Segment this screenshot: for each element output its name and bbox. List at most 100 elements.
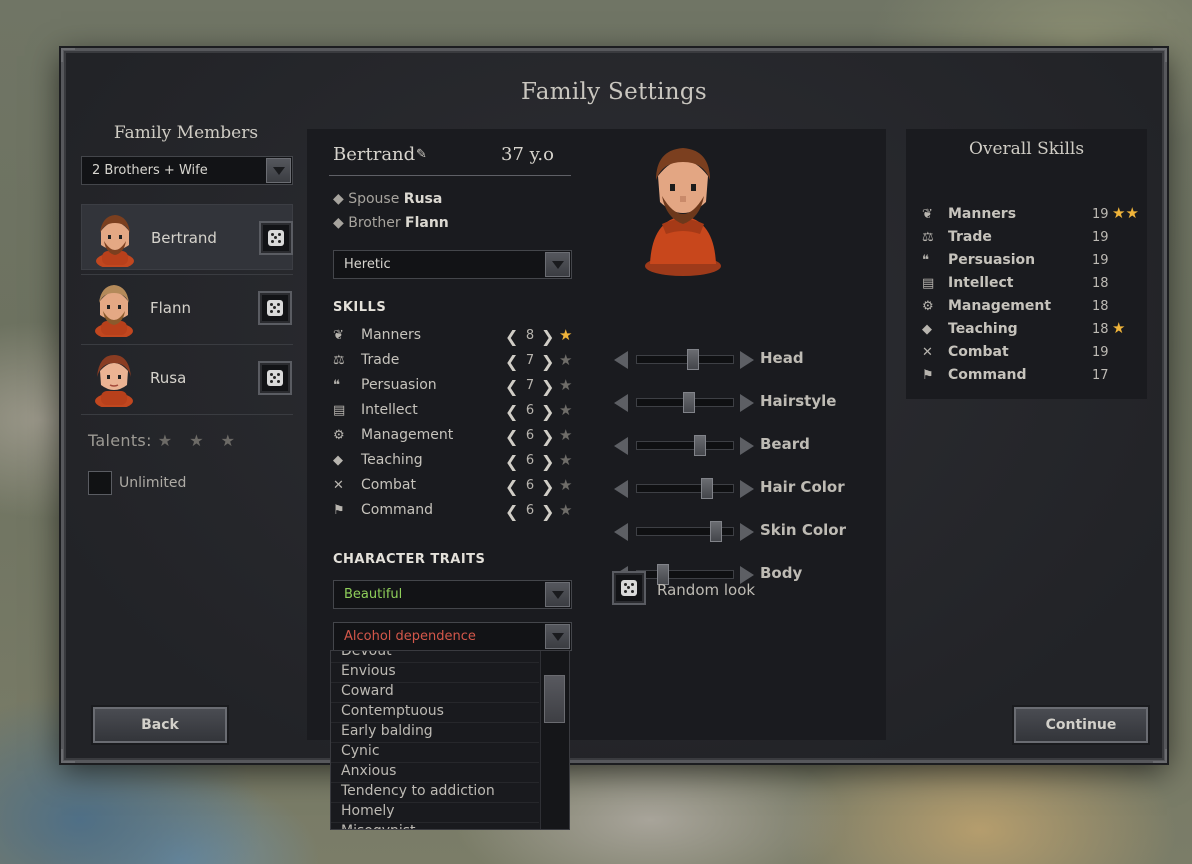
star-icon[interactable]: ★ <box>559 451 572 469</box>
trait-option[interactable]: Devout <box>331 651 539 663</box>
skill-label: Manners <box>361 327 422 343</box>
appearance-slider[interactable] <box>614 349 774 370</box>
trait-option[interactable]: Misogynist <box>331 823 539 829</box>
chevron-down-icon <box>545 624 570 649</box>
decrease-skill-button[interactable]: ❮ <box>505 352 518 371</box>
overall-skill-row: ✕ Combat 19 <box>922 344 1137 364</box>
slider-left-arrow-icon[interactable] <box>614 437 628 455</box>
randomize-member-button[interactable] <box>258 361 292 395</box>
slider-left-arrow-icon[interactable] <box>614 351 628 369</box>
family-member-bertrand[interactable]: Bertrand <box>81 204 293 270</box>
star-icon[interactable]: ★ <box>559 376 572 394</box>
skill-row: ⚖ Trade ❮ 7 ❯ ★ <box>333 351 573 372</box>
skill-value: 6 <box>525 428 535 443</box>
decrease-skill-button[interactable]: ❮ <box>505 502 518 521</box>
increase-skill-button[interactable]: ❯ <box>541 477 554 496</box>
decrease-skill-button[interactable]: ❮ <box>505 427 518 446</box>
slider-right-arrow-icon[interactable] <box>740 523 754 541</box>
trade-icon: ⚖ <box>922 230 934 245</box>
decrease-skill-button[interactable]: ❮ <box>505 377 518 396</box>
skill-label: Management <box>361 427 454 443</box>
trait-option[interactable]: Anxious <box>331 763 539 783</box>
skill-value: 6 <box>525 503 535 518</box>
slider-thumb[interactable] <box>694 435 706 456</box>
star-icon: ★★ <box>1112 204 1139 222</box>
scrollbar-thumb[interactable] <box>544 675 565 723</box>
trait-option[interactable]: Coward <box>331 683 539 703</box>
slider-left-arrow-icon[interactable] <box>614 480 628 498</box>
relation-name: Rusa <box>403 191 443 207</box>
slider-right-arrow-icon[interactable] <box>740 394 754 412</box>
star-icon[interactable]: ★ <box>559 426 572 444</box>
slider-left-arrow-icon[interactable] <box>614 394 628 412</box>
trait-option[interactable]: Cynic <box>331 743 539 763</box>
overall-skill-row: ❝ Persuasion 19 <box>922 252 1137 272</box>
randomize-member-button[interactable] <box>258 291 292 325</box>
increase-skill-button[interactable]: ❯ <box>541 377 554 396</box>
slider-thumb[interactable] <box>701 478 713 499</box>
star-icon[interactable]: ★ <box>559 326 572 344</box>
teaching-icon: ◆ <box>333 453 343 468</box>
increase-skill-button[interactable]: ❯ <box>541 402 554 421</box>
dice-icon <box>267 300 283 316</box>
dropdown-scrollbar[interactable] <box>540 651 569 829</box>
slider-thumb[interactable] <box>687 349 699 370</box>
family-member-flann[interactable]: Flann <box>81 274 293 340</box>
appearance-slider[interactable] <box>614 435 774 456</box>
family-members-heading: Family Members <box>113 123 259 143</box>
overall-skill-value: 18 <box>1092 322 1109 337</box>
trait-dropdown-list[interactable]: Devout Envious Coward Contemptuous Early bal… <box>330 650 570 830</box>
slider-track[interactable] <box>636 441 734 450</box>
slider-track[interactable] <box>636 484 734 493</box>
decrease-skill-button[interactable]: ❮ <box>505 452 518 471</box>
unlimited-checkbox[interactable] <box>88 471 112 495</box>
family-preset-select[interactable]: 2 Brothers + Wife <box>81 156 293 185</box>
increase-skill-button[interactable]: ❯ <box>541 452 554 471</box>
overall-skill-value: 17 <box>1092 368 1109 383</box>
appearance-slider[interactable] <box>614 392 774 413</box>
overall-skill-label: Teaching <box>948 321 1018 337</box>
dice-icon <box>621 580 637 596</box>
star-icon[interactable]: ★ <box>559 401 572 419</box>
trait-option[interactable]: Envious <box>331 663 539 683</box>
trait-option[interactable]: Contemptuous <box>331 703 539 723</box>
divider <box>81 414 293 415</box>
slider-thumb[interactable] <box>710 521 722 542</box>
slider-right-arrow-icon[interactable] <box>740 480 754 498</box>
star-icon[interactable]: ★ <box>559 351 572 369</box>
slider-left-arrow-icon[interactable] <box>614 523 628 541</box>
random-look-button[interactable] <box>612 571 646 605</box>
religion-select[interactable]: Heretic <box>333 250 572 279</box>
slider-track[interactable] <box>636 570 734 579</box>
back-button[interactable]: Back <box>93 707 227 743</box>
trait-option[interactable]: Tendency to addiction <box>331 783 539 803</box>
command-icon: ⚑ <box>333 503 345 518</box>
increase-skill-button[interactable]: ❯ <box>541 352 554 371</box>
increase-skill-button[interactable]: ❯ <box>541 427 554 446</box>
randomize-member-button[interactable] <box>259 221 293 255</box>
trait-1-select[interactable]: Beautiful <box>333 580 572 609</box>
family-settings-dialog: Family Settings Family Members 2 Brother… <box>61 48 1167 763</box>
star-icon[interactable]: ★ <box>559 476 572 494</box>
increase-skill-button[interactable]: ❯ <box>541 327 554 346</box>
decrease-skill-button[interactable]: ❮ <box>505 477 518 496</box>
family-member-rusa[interactable]: Rusa <box>81 344 293 410</box>
slider-track[interactable] <box>636 355 734 364</box>
edit-name-icon[interactable]: ✎ <box>416 147 430 163</box>
decrease-skill-button[interactable]: ❮ <box>505 327 518 346</box>
trait-option[interactable]: Homely <box>331 803 539 823</box>
overall-skill-value: 19 <box>1092 230 1109 245</box>
skill-value: 6 <box>525 403 535 418</box>
trait-option[interactable]: Early balding <box>331 723 539 743</box>
continue-button[interactable]: Continue <box>1014 707 1148 743</box>
slider-thumb[interactable] <box>683 392 695 413</box>
trait-2-select[interactable]: Alcohol dependence <box>333 622 572 651</box>
appearance-slider[interactable] <box>614 478 774 499</box>
avatar <box>95 355 133 407</box>
increase-skill-button[interactable]: ❯ <box>541 502 554 521</box>
star-icon[interactable]: ★ <box>559 501 572 519</box>
slider-right-arrow-icon[interactable] <box>740 351 754 369</box>
decrease-skill-button[interactable]: ❮ <box>505 402 518 421</box>
appearance-slider[interactable] <box>614 521 774 542</box>
slider-right-arrow-icon[interactable] <box>740 437 754 455</box>
